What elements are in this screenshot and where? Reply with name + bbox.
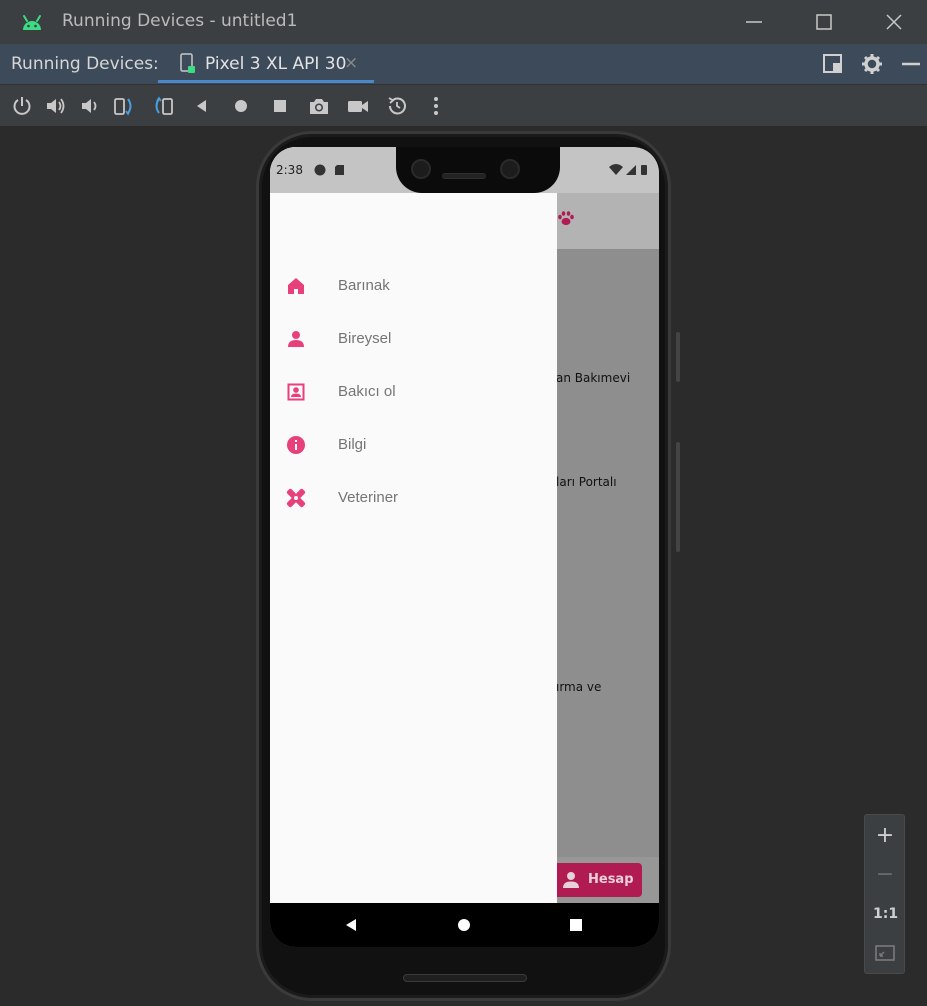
back-triangle-icon[interactable]	[342, 916, 360, 934]
front-camera	[500, 159, 520, 179]
front-camera	[411, 159, 431, 179]
close-icon[interactable]	[874, 8, 914, 36]
account-button-label: Hesap	[588, 872, 634, 887]
navigation-drawer: 2:38 Barınak Bireysel Bakıcı ol Bilgi Ve…	[270, 147, 557, 903]
bottom-speaker	[403, 974, 527, 982]
gear-icon[interactable]	[859, 52, 885, 76]
battery-icon	[641, 165, 647, 175]
status-left-icons	[314, 164, 344, 176]
reset-icon[interactable]	[386, 95, 408, 117]
status-right-icons	[609, 164, 647, 175]
contact-icon	[287, 383, 305, 401]
drawer-item-bilgi[interactable]: Bilgi	[270, 422, 557, 470]
tab-label: Pixel 3 XL API 30	[205, 54, 347, 74]
drawer-item-label: Veteriner	[338, 489, 399, 506]
more-icon[interactable]	[425, 95, 447, 117]
window-title: Running Devices - untitled1	[62, 11, 298, 31]
power-icon[interactable]	[11, 95, 33, 117]
layout-icon[interactable]	[820, 52, 846, 76]
rotate-right-icon[interactable]	[152, 95, 174, 117]
tool-window-header: Running Devices: Pixel 3 XL API 30 ×	[0, 44, 927, 84]
phone-power-button	[676, 332, 680, 382]
account-button[interactable]: Hesap	[552, 863, 642, 897]
drawer-item-label: Bireysel	[338, 330, 392, 347]
home-circle-icon[interactable]	[455, 916, 473, 934]
sync-icon	[314, 164, 326, 176]
home-icon	[288, 278, 304, 294]
wifi-icon	[609, 164, 623, 175]
drawer-item-bireysel[interactable]: Bireysel	[270, 316, 557, 364]
overview-icon[interactable]	[269, 95, 291, 117]
home-icon[interactable]	[230, 95, 252, 117]
sd-card-icon	[335, 165, 344, 175]
drawer-item-label: Bilgi	[338, 436, 367, 453]
paw-icon	[558, 211, 574, 226]
rotate-left-icon[interactable]	[113, 95, 135, 117]
list-item-text: ırma ve	[556, 680, 602, 694]
maximize-icon[interactable]	[804, 8, 844, 36]
zoom-out-button[interactable]: −	[873, 863, 897, 887]
drawer-item-label: Barınak	[338, 277, 390, 294]
drawer-item-veteriner[interactable]: Veteriner	[270, 475, 557, 523]
phone-volume-rocker	[676, 442, 680, 552]
zoom-controls: + − 1:1	[864, 814, 905, 974]
info-icon	[287, 436, 305, 454]
device-toolbar	[0, 84, 927, 126]
drawer-item-label: Bakıcı ol	[338, 383, 396, 400]
volume-down-icon[interactable]	[78, 95, 100, 117]
tab-pixel-3-xl[interactable]: Pixel 3 XL API 30 ×	[158, 44, 374, 84]
signal-icon	[626, 165, 636, 175]
window-title-bar: Running Devices - untitled1	[0, 0, 927, 44]
list-item-text: an Bakımevi	[556, 371, 631, 385]
hide-icon[interactable]	[898, 52, 924, 76]
status-time: 2:38	[276, 163, 303, 177]
healing-icon	[286, 488, 306, 508]
display-notch	[396, 147, 560, 193]
fit-screen-icon[interactable]	[873, 941, 897, 965]
back-icon[interactable]	[191, 95, 213, 117]
screenshot-icon[interactable]	[308, 95, 330, 117]
minimize-icon[interactable]	[734, 8, 774, 36]
drawer-item-bakici-ol[interactable]: Bakıcı ol	[270, 369, 557, 417]
tool-window-label: Running Devices:	[11, 54, 159, 74]
person-icon	[563, 872, 579, 888]
android-icon	[23, 15, 41, 30]
system-nav-bar	[270, 903, 659, 947]
actual-size-button[interactable]: 1:1	[873, 902, 898, 926]
earpiece-speaker	[442, 173, 486, 179]
device-icon	[180, 53, 195, 73]
volume-up-icon[interactable]	[44, 95, 66, 117]
screen-record-icon[interactable]	[347, 95, 369, 117]
drawer-item-barinak[interactable]: Barınak	[270, 263, 557, 311]
active-tab-indicator	[158, 80, 374, 83]
tab-close-icon[interactable]: ×	[344, 54, 358, 72]
recents-square-icon[interactable]	[567, 916, 585, 934]
zoom-in-button[interactable]: +	[873, 824, 897, 848]
device-screen[interactable]: an Bakımevi ları Portalı ırma ve Hesap 2…	[270, 147, 659, 947]
list-item-text: ları Portalı	[556, 475, 617, 489]
person-icon	[288, 331, 304, 347]
